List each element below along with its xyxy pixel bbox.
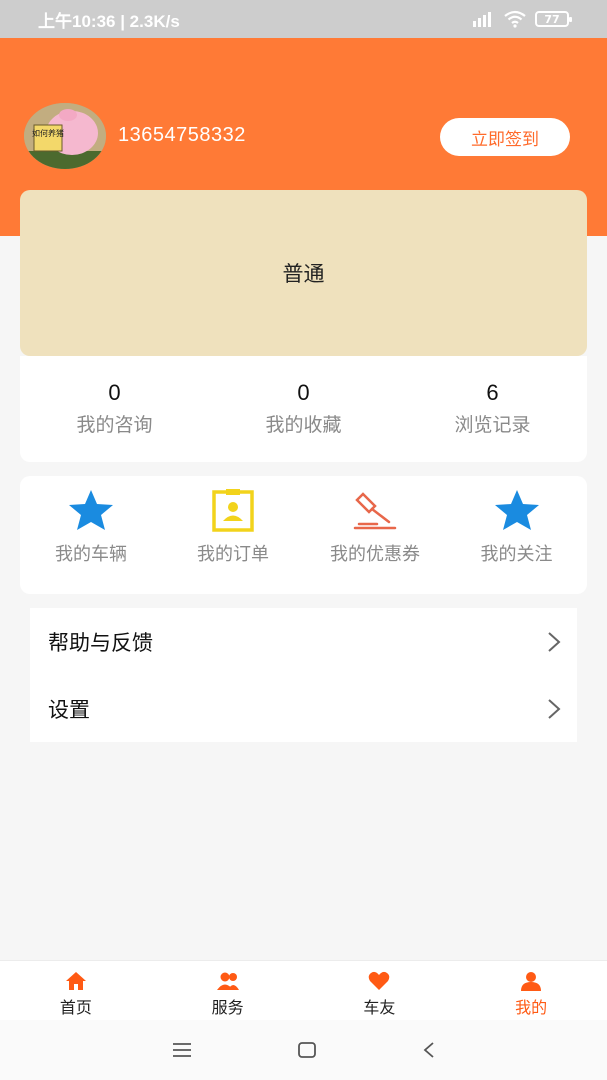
gavel-icon bbox=[351, 488, 399, 532]
tab-label: 车友 bbox=[363, 998, 396, 1017]
user-icon bbox=[521, 972, 542, 991]
menu-label: 我的优惠券 bbox=[330, 544, 420, 565]
menu-label: 我的车辆 bbox=[55, 544, 127, 565]
user-phone: 13654758332 bbox=[118, 124, 246, 146]
stat-consult[interactable]: 0 我的咨询 bbox=[20, 356, 209, 462]
list-item-settings[interactable]: 设置 bbox=[30, 675, 577, 742]
stat-label: 我的咨询 bbox=[76, 414, 153, 436]
menu-label: 我的关注 bbox=[480, 544, 553, 565]
stat-value: 6 bbox=[486, 380, 499, 405]
signin-button[interactable]: 立即签到 bbox=[440, 118, 570, 156]
avatar[interactable]: 如何养猪 bbox=[24, 103, 106, 169]
home-icon bbox=[65, 972, 86, 990]
stat-value: 0 bbox=[108, 380, 121, 405]
heart-icon bbox=[369, 971, 390, 990]
back-icon[interactable] bbox=[422, 1041, 436, 1059]
battery-icon: 77 bbox=[535, 11, 572, 27]
home-square-icon[interactable] bbox=[297, 1041, 317, 1059]
star-icon bbox=[493, 488, 541, 532]
status-icons: 77 bbox=[471, 10, 572, 28]
chevron-right-icon bbox=[548, 698, 561, 719]
stat-label: 浏览记录 bbox=[454, 414, 531, 436]
battery-level: 77 bbox=[544, 12, 560, 26]
star-icon bbox=[67, 488, 115, 532]
clipboard-user-icon bbox=[209, 488, 257, 532]
shortcut-menu: 我的车辆 我的订单 我的优惠券 我的关注 bbox=[20, 476, 587, 594]
menu-my-orders[interactable]: 我的订单 bbox=[162, 476, 304, 594]
system-nav-bar bbox=[0, 1020, 607, 1080]
menu-icon[interactable] bbox=[172, 1042, 192, 1058]
tab-mine[interactable]: 我的 bbox=[455, 961, 607, 1020]
menu-my-coupons[interactable]: 我的优惠券 bbox=[304, 476, 446, 594]
stat-history[interactable]: 6 浏览记录 bbox=[398, 356, 587, 462]
menu-my-follows[interactable]: 我的关注 bbox=[446, 476, 587, 594]
tab-label: 服务 bbox=[211, 998, 244, 1017]
avatar-book-text: 如何养猪 bbox=[32, 128, 64, 138]
status-time: 上午10:36 | 2.3K/s bbox=[38, 11, 180, 31]
status-bar: 上午10:36 | 2.3K/s 77 bbox=[0, 0, 607, 38]
chevron-right-icon bbox=[548, 631, 561, 652]
stats-card: 0 我的咨询 0 我的收藏 6 浏览记录 bbox=[20, 356, 587, 462]
tab-label: 我的 bbox=[515, 998, 548, 1017]
users-icon bbox=[216, 972, 239, 990]
stat-label: 我的收藏 bbox=[265, 414, 342, 436]
menu-label: 我的订单 bbox=[197, 544, 269, 565]
wifi-icon bbox=[504, 10, 526, 28]
tab-car-friends[interactable]: 车友 bbox=[304, 961, 456, 1020]
bottom-tab-bar: 首页 服务 车友 我的 bbox=[0, 960, 607, 1020]
settings-list: 帮助与反馈 设置 bbox=[30, 608, 577, 742]
stat-value: 0 bbox=[297, 380, 310, 405]
signal-icon bbox=[473, 12, 491, 27]
member-level: 普通 bbox=[282, 262, 325, 286]
tab-label: 首页 bbox=[59, 998, 92, 1017]
member-level-card[interactable]: 普通 bbox=[20, 190, 587, 356]
tab-services[interactable]: 服务 bbox=[152, 961, 304, 1020]
list-item-label: 帮助与反馈 bbox=[48, 630, 153, 655]
list-item-help-feedback[interactable]: 帮助与反馈 bbox=[30, 608, 577, 675]
list-item-label: 设置 bbox=[48, 697, 90, 722]
stat-favorites[interactable]: 0 我的收藏 bbox=[209, 356, 398, 462]
tab-home[interactable]: 首页 bbox=[0, 961, 152, 1020]
menu-my-vehicles[interactable]: 我的车辆 bbox=[20, 476, 162, 594]
